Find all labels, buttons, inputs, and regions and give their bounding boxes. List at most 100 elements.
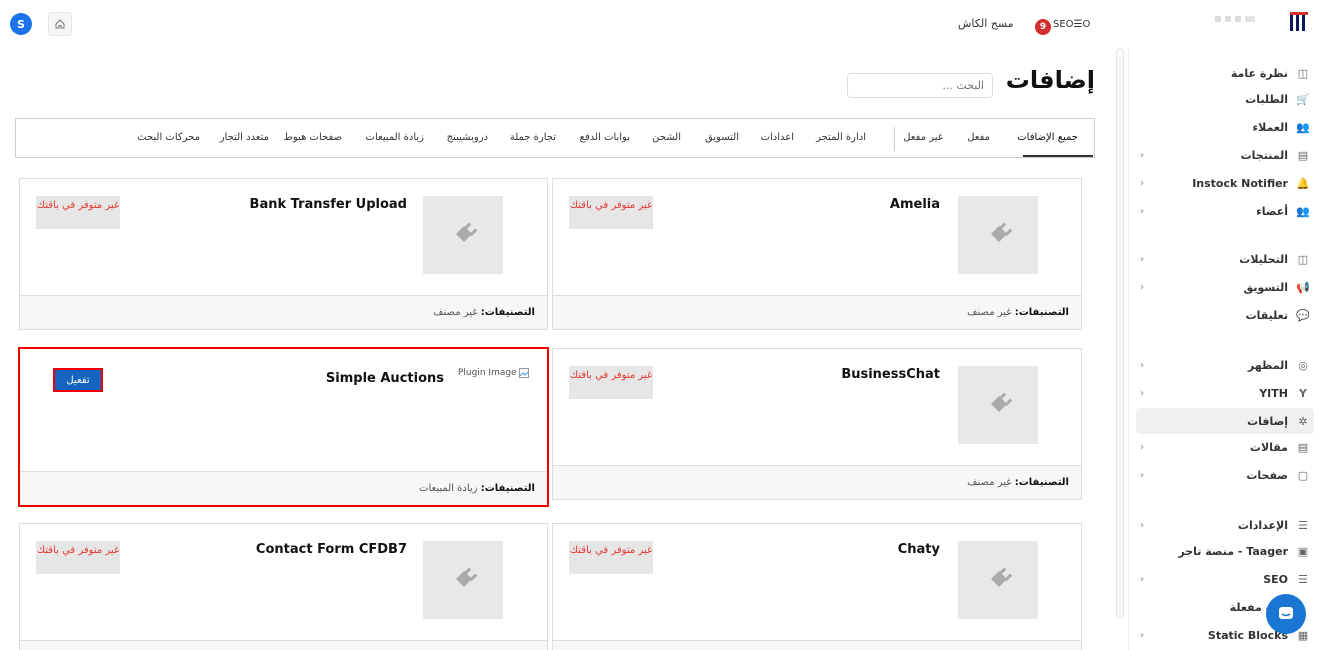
plugin-category: التصنيفات: زيادة المبيعات bbox=[20, 471, 547, 505]
sidebar-item[interactable]: Y YITH ‹ bbox=[1136, 380, 1310, 406]
clear-cache-link[interactable]: مسح الكاش bbox=[958, 17, 1014, 30]
tab-store-management[interactable]: ادارة المتجر bbox=[816, 132, 866, 143]
sidebar-item[interactable]: ▢ صفحات ‹ bbox=[1136, 462, 1310, 488]
seo-badge: 9 bbox=[1035, 19, 1051, 35]
chevron-left-icon: ‹ bbox=[1140, 629, 1144, 641]
home-button[interactable] bbox=[48, 12, 72, 36]
sidebar-item[interactable]: ☰ الإعدادات ‹ bbox=[1136, 512, 1310, 538]
top-bar: S مسح الكاش 9 SEO☰O bbox=[0, 0, 1320, 48]
plugin-title: Chaty bbox=[897, 542, 940, 557]
sidebar-item-label: إضافات bbox=[1247, 414, 1288, 428]
categories-label: التصنيفات: bbox=[480, 483, 535, 494]
sidebar-item-label: أعضاء bbox=[1256, 204, 1288, 218]
plugin-category: التصنيفات: غير مصنف bbox=[20, 295, 547, 329]
page-title: إضافات bbox=[1005, 66, 1095, 94]
brand-placeholder bbox=[1215, 16, 1255, 22]
box-icon: ▤ bbox=[1297, 148, 1309, 162]
sidebar-item[interactable]: 💬 تعليقات bbox=[1136, 302, 1310, 328]
sidebar-item[interactable]: 📢 التسويق ‹ bbox=[1136, 274, 1310, 300]
sidebar-item[interactable]: ◫ التحليلات ‹ bbox=[1136, 246, 1310, 272]
tab-settings[interactable]: اعدادات bbox=[761, 132, 794, 143]
sidebar-item[interactable]: ▤ المنتجات ‹ bbox=[1136, 142, 1310, 168]
seo-label: SEO☰O bbox=[1053, 18, 1091, 30]
members-icon: 👥 bbox=[1296, 204, 1310, 218]
chevron-left-icon: ‹ bbox=[1140, 253, 1144, 265]
sidebar-item-label: المنتجات bbox=[1240, 148, 1288, 162]
plugin-card-amelia: Amelia غير متوفر في باقتك التصنيفات: غير… bbox=[552, 178, 1082, 330]
sidebar-item-label: YITH bbox=[1259, 386, 1288, 400]
plugin-title: Bank Transfer Upload bbox=[249, 197, 407, 212]
cart-icon: 🛒 bbox=[1296, 92, 1310, 106]
tab-shipping[interactable]: الشحن bbox=[652, 132, 681, 143]
sidebar-item[interactable]: ◫ نظرة عامة bbox=[1136, 60, 1310, 86]
sidebar-item[interactable]: 👥 العملاء bbox=[1136, 114, 1310, 140]
tab-wholesale[interactable]: تجارة جملة bbox=[510, 132, 556, 143]
sidebar-item[interactable]: ◎ المظهر ‹ bbox=[1136, 352, 1310, 378]
category-value: غير مصنف bbox=[967, 307, 1012, 318]
settings-icon: ☰ bbox=[1298, 518, 1308, 532]
search-input[interactable] bbox=[847, 73, 993, 98]
active-tab-indicator bbox=[1023, 155, 1093, 157]
chevron-left-icon: ‹ bbox=[1140, 573, 1144, 585]
plug-icon bbox=[987, 567, 1013, 591]
sidebar-item[interactable]: ▣ Taager - منصة تاجر bbox=[1136, 538, 1310, 564]
tab-multivendor[interactable]: متعدد التجار bbox=[220, 132, 269, 143]
tab-dropshipping[interactable]: دروبشيبنج bbox=[447, 132, 488, 143]
chat-icon bbox=[1279, 607, 1293, 619]
sidebar-item[interactable]: 🛒 الطلبات bbox=[1136, 86, 1310, 112]
palette-icon: ◎ bbox=[1298, 358, 1308, 372]
card-footer-edge bbox=[20, 640, 547, 650]
category-value: غير مصنف bbox=[967, 477, 1012, 488]
tab-marketing[interactable]: التسويق bbox=[705, 132, 739, 143]
plugin-thumbnail bbox=[423, 541, 503, 619]
sidebar-item-label: Taager - منصة تاجر bbox=[1178, 544, 1288, 558]
category-tabs: جميع الإضافات مفعل غير مفعل ادارة المتجر… bbox=[15, 118, 1095, 158]
blocks-icon: ▦ bbox=[1297, 628, 1309, 642]
sidebar-item-label: الإعدادات bbox=[1237, 518, 1288, 532]
tab-enabled[interactable]: مفعل bbox=[967, 132, 990, 143]
plugin-card-chaty: Chaty غير متوفر في باقتك bbox=[552, 523, 1082, 650]
sidebar-item[interactable]: 🔔 Instock Notifier ‹ bbox=[1136, 170, 1310, 196]
megaphone-icon: 📢 bbox=[1296, 280, 1310, 294]
unavailable-badge: غير متوفر في باقتك bbox=[569, 541, 653, 574]
seo-indicator[interactable]: 9 SEO☰O bbox=[1035, 15, 1091, 35]
analytics-icon: ◫ bbox=[1297, 252, 1309, 266]
plugin-card-businesschat: BusinessChat غير متوفر في باقتك التصنيفا… bbox=[552, 348, 1082, 500]
tab-increase-sales[interactable]: زيادة المبيعات bbox=[366, 132, 424, 143]
tab-search-engines[interactable]: محركات البحث bbox=[137, 132, 200, 143]
tab-all[interactable]: جميع الإضافات bbox=[1017, 132, 1078, 143]
sidebar-item-label: صفحات bbox=[1246, 468, 1288, 482]
chevron-left-icon: ‹ bbox=[1140, 281, 1144, 293]
unavailable-badge: غير متوفر في باقتك bbox=[36, 196, 120, 229]
chevron-left-icon: ‹ bbox=[1140, 359, 1144, 371]
unavailable-badge: غير متوفر في باقتك bbox=[569, 196, 653, 229]
plugin-thumbnail bbox=[423, 196, 503, 274]
sidebar-item[interactable]: ▤ مقالات ‹ bbox=[1136, 434, 1310, 460]
sidebar-item[interactable]: 👥 أعضاء ‹ bbox=[1136, 198, 1310, 224]
unavailable-badge: غير متوفر في باقتك bbox=[569, 366, 653, 399]
sidebar-item-label: المظهر bbox=[1247, 358, 1288, 372]
plugin-category: التصنيفات: غير مصنف bbox=[553, 465, 1081, 499]
sidebar-item[interactable]: ☰ SEO ‹ bbox=[1136, 566, 1310, 592]
sidebar-item-label: التحليلات bbox=[1239, 252, 1288, 266]
sidebar-item[interactable]: ✲ إضافات bbox=[1136, 408, 1314, 434]
activate-button[interactable]: تفعيل bbox=[53, 368, 103, 392]
sidebar-item-label: التسويق bbox=[1243, 280, 1288, 294]
plugin-title: BusinessChat bbox=[841, 367, 940, 382]
support-chat-button[interactable] bbox=[1266, 594, 1306, 634]
plugin-title: Amelia bbox=[889, 197, 940, 212]
user-avatar[interactable]: S bbox=[10, 13, 32, 35]
chevron-left-icon: ‹ bbox=[1140, 519, 1144, 531]
sidebar: ◫ نظرة عامة 🛒 الطلبات 👥 العملاء ▤ المنتجات ‹ 🔔 Ins… bbox=[1128, 48, 1320, 650]
plugin-thumbnail bbox=[958, 366, 1038, 444]
chevron-left-icon: ‹ bbox=[1140, 205, 1144, 217]
brand-logo[interactable] bbox=[1288, 11, 1310, 33]
tab-disabled[interactable]: غير مفعل bbox=[903, 132, 943, 143]
users-icon: 👥 bbox=[1296, 120, 1310, 134]
sidebar-scrollbar[interactable] bbox=[1116, 48, 1124, 618]
tab-payment-gateways[interactable]: بوابات الدفع bbox=[580, 132, 630, 143]
tab-landing-pages[interactable]: صفحات هبوط bbox=[284, 132, 342, 143]
categories-label: التصنيفات: bbox=[1014, 477, 1069, 488]
tab-divider bbox=[894, 127, 895, 151]
sidebar-item-label: الطلبات bbox=[1245, 92, 1288, 106]
